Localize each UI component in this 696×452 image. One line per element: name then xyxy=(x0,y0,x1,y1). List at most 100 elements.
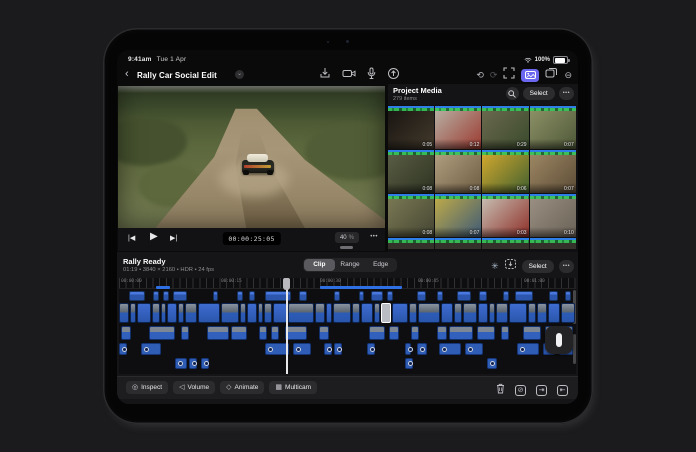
media-thumbnail[interactable]: 0:29 xyxy=(482,106,528,149)
video-clip[interactable] xyxy=(326,303,332,323)
title-chevron-button[interactable]: ⌄ xyxy=(235,70,244,79)
timeline-selection-range[interactable] xyxy=(320,286,402,289)
camera-button[interactable] xyxy=(342,67,356,80)
media-thumbnail[interactable]: 0:06 xyxy=(482,150,528,193)
video-clip[interactable] xyxy=(247,303,257,323)
title-clip[interactable] xyxy=(249,291,255,301)
title-clip[interactable] xyxy=(565,291,571,301)
connected-clip[interactable] xyxy=(181,326,189,340)
title-clip[interactable] xyxy=(503,291,509,301)
video-clip[interactable] xyxy=(509,303,527,323)
video-clip[interactable] xyxy=(221,303,239,323)
title-clip[interactable] xyxy=(387,291,393,301)
video-clip[interactable] xyxy=(418,303,440,323)
back-button[interactable]: ‹ xyxy=(125,68,129,81)
connected-clip[interactable] xyxy=(523,326,541,340)
video-clip[interactable] xyxy=(441,303,453,323)
audio-clip[interactable] xyxy=(141,343,161,355)
video-clip[interactable] xyxy=(381,303,391,323)
delete-clip-button[interactable] xyxy=(496,381,505,399)
video-clip[interactable] xyxy=(315,303,325,323)
title-clip[interactable] xyxy=(153,291,159,301)
disable-clip-button[interactable]: ⊘ xyxy=(515,385,526,396)
live-drawing-button[interactable] xyxy=(387,67,400,80)
paste-button[interactable] xyxy=(504,257,517,275)
animate-button[interactable]: ◇Animate xyxy=(220,381,264,394)
title-clip[interactable] xyxy=(334,291,340,301)
audio-clip[interactable] xyxy=(405,358,413,369)
title-clip[interactable] xyxy=(213,291,218,301)
media-thumbnail[interactable]: 0:08 xyxy=(388,194,434,237)
overwrite-edit-button[interactable]: ⇤ xyxy=(557,385,568,396)
mode-range[interactable]: Range xyxy=(335,259,366,271)
media-thumbnail[interactable]: 0:07 xyxy=(435,194,481,237)
video-clip[interactable] xyxy=(119,303,129,323)
audio-clip[interactable] xyxy=(367,343,375,355)
video-clip[interactable] xyxy=(361,303,373,323)
video-clip[interactable] xyxy=(273,303,287,323)
audio-clip[interactable] xyxy=(465,343,483,355)
title-clip[interactable] xyxy=(549,291,558,301)
timeline-scrollbar-lower[interactable] xyxy=(573,334,576,364)
audio-clip[interactable] xyxy=(293,343,311,355)
audio-clip[interactable] xyxy=(405,343,411,355)
connected-clip[interactable] xyxy=(411,326,419,340)
import-button[interactable] xyxy=(319,67,331,80)
connected-clip[interactable] xyxy=(149,326,175,340)
multicam-button[interactable]: ▦Multicam xyxy=(269,381,317,394)
connected-clip[interactable] xyxy=(271,326,279,340)
video-clip[interactable] xyxy=(392,303,408,323)
title-clip[interactable] xyxy=(299,291,307,301)
play-button[interactable]: ▶ xyxy=(150,231,158,243)
redo-button[interactable]: ⟳ xyxy=(490,68,498,82)
video-clip[interactable] xyxy=(454,303,462,323)
timeline-jog-wheel[interactable] xyxy=(545,326,573,354)
connected-clip[interactable] xyxy=(389,326,399,340)
audio-clip[interactable] xyxy=(201,358,209,369)
video-clip[interactable] xyxy=(258,303,263,323)
video-clip[interactable] xyxy=(130,303,136,323)
audio-clip[interactable] xyxy=(175,358,187,369)
title-clip[interactable] xyxy=(359,291,364,301)
media-thumbnail[interactable]: 0:08 xyxy=(388,150,434,193)
media-select-button[interactable]: Select xyxy=(523,87,555,100)
audio-clip[interactable] xyxy=(324,343,332,355)
connected-clip[interactable] xyxy=(319,326,329,340)
video-clip[interactable] xyxy=(288,303,314,323)
connected-clip[interactable] xyxy=(369,326,385,340)
video-clip[interactable] xyxy=(489,303,495,323)
media-thumbnail-partial[interactable] xyxy=(435,238,481,249)
media-search-button[interactable] xyxy=(506,87,519,100)
media-browser-button[interactable] xyxy=(521,69,539,82)
connected-clip[interactable] xyxy=(121,326,131,340)
video-clip[interactable] xyxy=(463,303,477,323)
title-clip[interactable] xyxy=(479,291,487,301)
audio-clip[interactable] xyxy=(417,343,427,355)
video-clip[interactable] xyxy=(352,303,360,323)
video-clip[interactable] xyxy=(161,303,166,323)
viewer-zoom-control[interactable]: 40% xyxy=(335,232,359,243)
title-clip[interactable] xyxy=(163,291,169,301)
video-clip[interactable] xyxy=(409,303,417,323)
audio-clip[interactable] xyxy=(487,358,497,369)
media-thumbnail[interactable]: 0:07 xyxy=(530,150,576,193)
playhead-handle[interactable] xyxy=(283,278,290,290)
inspect-button[interactable]: ◎Inspect xyxy=(126,381,168,394)
video-clip[interactable] xyxy=(548,303,560,323)
video-clip[interactable] xyxy=(178,303,184,323)
stack-button[interactable] xyxy=(545,66,558,84)
media-more-button[interactable]: ••• xyxy=(559,87,574,100)
undo-button[interactable]: ⟲ xyxy=(476,68,484,82)
video-clip[interactable] xyxy=(333,303,351,323)
media-thumbnail[interactable]: 0:03 xyxy=(482,194,528,237)
timeline-more-button[interactable]: ••• xyxy=(559,260,574,273)
media-thumbnail-partial[interactable] xyxy=(388,238,434,249)
audio-clip[interactable] xyxy=(439,343,461,355)
mode-clip[interactable]: Clip xyxy=(304,259,335,271)
title-clip[interactable] xyxy=(515,291,533,301)
media-thumbnail[interactable]: 0:07 xyxy=(530,106,576,149)
connected-clip[interactable] xyxy=(207,326,229,340)
video-clip[interactable] xyxy=(264,303,272,323)
title-clip[interactable] xyxy=(129,291,145,301)
connected-clip[interactable] xyxy=(501,326,509,340)
